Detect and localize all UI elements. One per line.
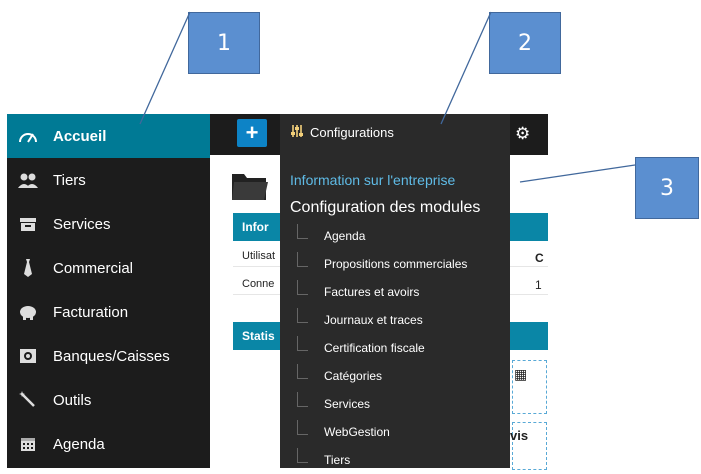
callout-1-line xyxy=(139,11,191,125)
callout-lines xyxy=(139,11,636,183)
callout-3-line xyxy=(519,164,636,183)
callout-2-line xyxy=(440,11,492,125)
